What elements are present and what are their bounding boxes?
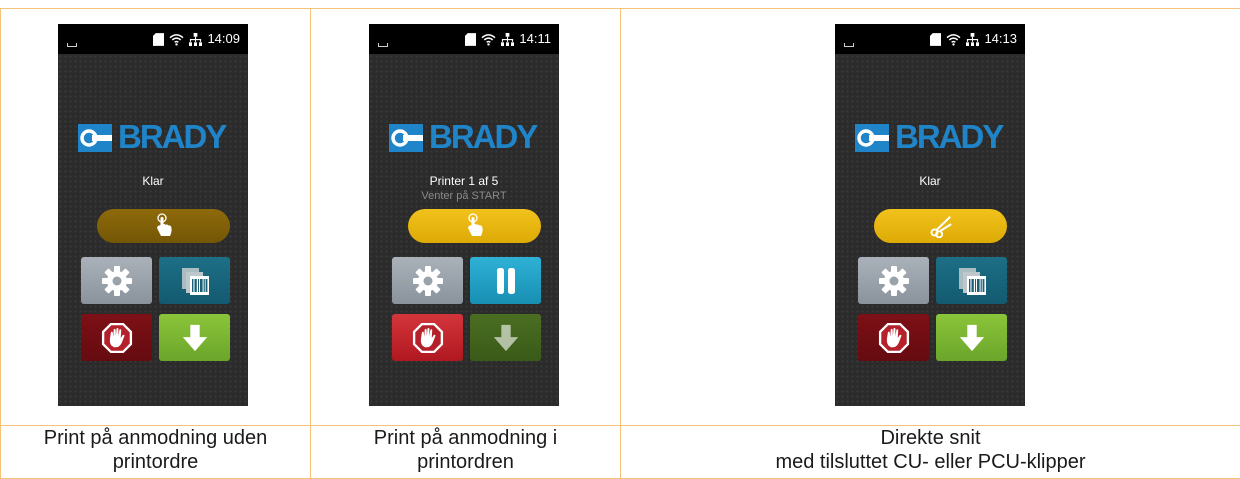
sd-card-icon xyxy=(153,33,164,46)
network-icon xyxy=(501,33,514,46)
wifi-icon xyxy=(946,33,961,46)
status-line-1: Printer 1 af 5 xyxy=(369,174,559,188)
caption-2: Print på anmodning i printordren xyxy=(311,426,621,479)
arrow-down-icon xyxy=(491,323,521,353)
settings-button[interactable] xyxy=(858,257,929,304)
stop-hand-icon xyxy=(878,322,910,354)
clock: 14:11 xyxy=(519,31,551,47)
cancel-button[interactable] xyxy=(81,314,152,361)
label-feed-icon xyxy=(956,265,988,297)
cut-button[interactable] xyxy=(874,209,1007,243)
caption-3: Direkte snit med tilsluttet CU- eller PC… xyxy=(621,426,1240,479)
status-line-1: Klar xyxy=(835,174,1025,188)
bracket-icon xyxy=(378,43,388,47)
screen-cell-3: 14:13 BRADY Klar xyxy=(621,9,1240,426)
pause-button[interactable] xyxy=(470,257,541,304)
printer-screen-2: 14:11 BRADY Printer 1 af 5 Venter på STA… xyxy=(369,24,559,406)
stop-hand-icon xyxy=(412,322,444,354)
feed-button[interactable] xyxy=(470,314,541,361)
scissors-icon xyxy=(929,214,953,238)
printer-screen-1: 14:09 BRADY Klar xyxy=(58,24,248,406)
caption-line: Print på anmodning i xyxy=(311,426,620,450)
cancel-button[interactable] xyxy=(858,314,929,361)
caption-1: Print på anmodning uden printordre xyxy=(1,426,311,479)
network-icon xyxy=(966,33,979,46)
caption-line: Direkte snit xyxy=(621,426,1240,450)
status-bar: 14:09 xyxy=(58,24,248,54)
figure-table: 14:09 BRADY Klar xyxy=(0,8,1240,479)
sd-card-icon xyxy=(930,33,941,46)
label-feed-icon xyxy=(179,265,211,297)
brady-mark-icon xyxy=(78,124,112,152)
sd-card-icon xyxy=(465,33,476,46)
clock: 14:13 xyxy=(984,31,1017,47)
status-line-2: Venter på START xyxy=(369,190,559,202)
network-icon xyxy=(189,33,202,46)
screen-cell-2: 14:11 BRADY Printer 1 af 5 Venter på STA… xyxy=(311,9,621,426)
settings-button[interactable] xyxy=(81,257,152,304)
cancel-button[interactable] xyxy=(392,314,463,361)
brady-mark-icon xyxy=(389,124,423,152)
bracket-icon xyxy=(844,43,854,47)
wifi-icon xyxy=(169,33,184,46)
gear-icon xyxy=(101,265,133,297)
wifi-icon xyxy=(481,33,496,46)
caption-line: printordre xyxy=(1,450,310,474)
stop-hand-icon xyxy=(101,322,133,354)
feed-button[interactable] xyxy=(936,314,1007,361)
print-on-demand-button[interactable] xyxy=(97,209,230,243)
arrow-down-icon xyxy=(957,323,987,353)
brady-logo: BRADY xyxy=(389,120,549,156)
caption-line: Print på anmodning uden xyxy=(1,426,310,450)
status-bar: 14:13 xyxy=(835,24,1025,54)
gear-icon xyxy=(878,265,910,297)
brady-logo: BRADY xyxy=(855,120,1015,156)
gear-icon xyxy=(412,265,444,297)
caption-line: printordren xyxy=(311,450,620,474)
screen-cell-1: 14:09 BRADY Klar xyxy=(1,9,311,426)
clock: 14:09 xyxy=(207,31,240,47)
bracket-icon xyxy=(67,43,77,47)
brady-mark-icon xyxy=(855,124,889,152)
hand-tap-icon xyxy=(154,213,174,239)
print-on-demand-button[interactable] xyxy=(408,209,541,243)
hand-tap-icon xyxy=(465,213,485,239)
brady-logo: BRADY xyxy=(78,120,238,156)
status-line-1: Klar xyxy=(58,174,248,188)
pause-icon xyxy=(490,265,522,297)
feed-button[interactable] xyxy=(159,314,230,361)
status-bar: 14:11 xyxy=(369,24,559,54)
caption-line: med tilsluttet CU- eller PCU-klipper xyxy=(621,450,1240,474)
arrow-down-icon xyxy=(180,323,210,353)
printer-screen-3: 14:13 BRADY Klar xyxy=(835,24,1025,406)
label-feed-button[interactable] xyxy=(936,257,1007,304)
settings-button[interactable] xyxy=(392,257,463,304)
label-feed-button[interactable] xyxy=(159,257,230,304)
